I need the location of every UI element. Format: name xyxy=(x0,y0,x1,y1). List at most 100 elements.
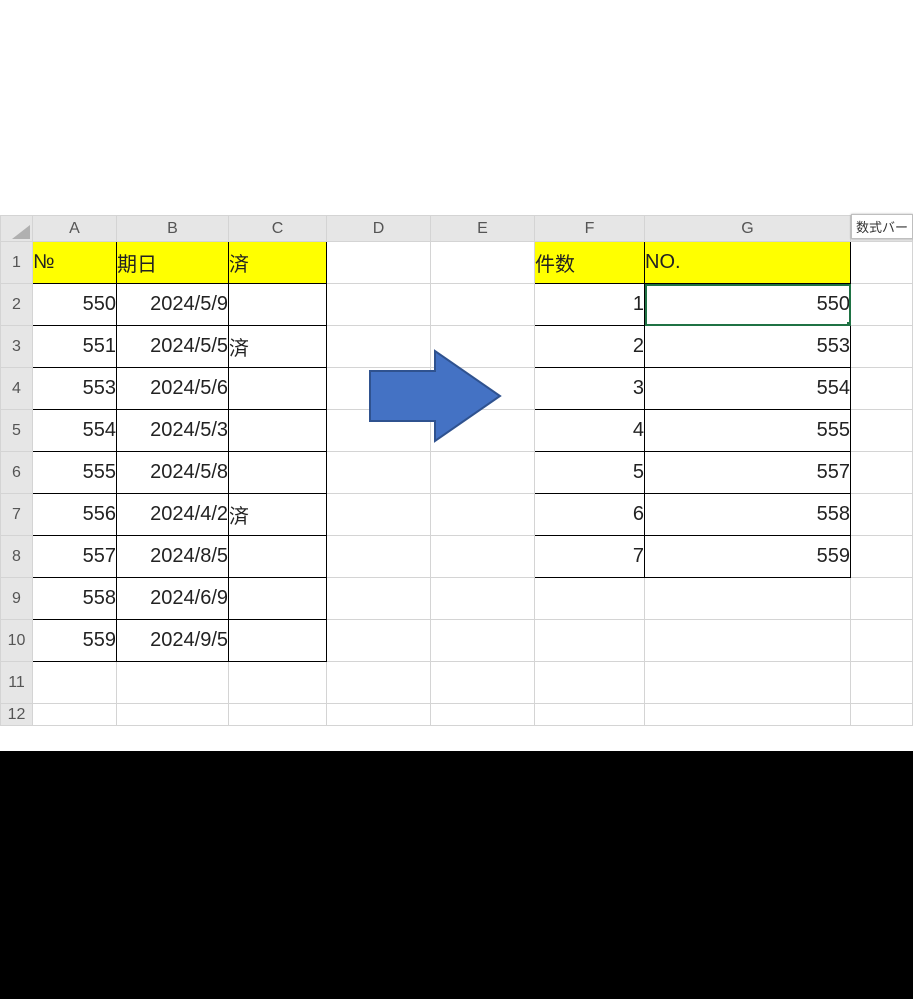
cell-A1[interactable]: № xyxy=(33,242,117,284)
col-header-E[interactable]: E xyxy=(431,216,535,242)
spreadsheet-grid[interactable]: A B C D E F G 1 № 期日 済 件数 NO. 2 550 2024… xyxy=(0,215,913,726)
cell-C10[interactable] xyxy=(229,620,327,662)
cell-B11[interactable] xyxy=(117,662,229,704)
row-header[interactable]: 4 xyxy=(1,368,33,410)
row-header[interactable]: 1 xyxy=(1,242,33,284)
cell-H6[interactable] xyxy=(851,452,913,494)
cell-F4[interactable]: 3 xyxy=(535,368,645,410)
cell-C12[interactable] xyxy=(229,704,327,726)
cell-D4[interactable] xyxy=(327,368,431,410)
cell-F9[interactable] xyxy=(535,578,645,620)
cell-G6[interactable]: 557 xyxy=(645,452,851,494)
cell-C4[interactable] xyxy=(229,368,327,410)
cell-A3[interactable]: 551 xyxy=(33,326,117,368)
cell-F2[interactable]: 1 xyxy=(535,284,645,326)
cell-A8[interactable]: 557 xyxy=(33,536,117,578)
cell-B2[interactable]: 2024/5/9 xyxy=(117,284,229,326)
cell-H12[interactable] xyxy=(851,704,913,726)
cell-E9[interactable] xyxy=(431,578,535,620)
cell-H4[interactable] xyxy=(851,368,913,410)
cell-E11[interactable] xyxy=(431,662,535,704)
cell-A7[interactable]: 556 xyxy=(33,494,117,536)
cell-C7[interactable]: 済 xyxy=(229,494,327,536)
col-header-B[interactable]: B xyxy=(117,216,229,242)
cell-A6[interactable]: 555 xyxy=(33,452,117,494)
cell-F1[interactable]: 件数 xyxy=(535,242,645,284)
cell-G5[interactable]: 555 xyxy=(645,410,851,452)
cell-G8[interactable]: 559 xyxy=(645,536,851,578)
spreadsheet-area[interactable]: A B C D E F G 1 № 期日 済 件数 NO. 2 550 2024… xyxy=(0,215,913,751)
cell-E2[interactable] xyxy=(431,284,535,326)
cell-H7[interactable] xyxy=(851,494,913,536)
cell-D1[interactable] xyxy=(327,242,431,284)
cell-E4[interactable] xyxy=(431,368,535,410)
select-all-corner[interactable] xyxy=(1,216,33,242)
col-header-A[interactable]: A xyxy=(33,216,117,242)
cell-E8[interactable] xyxy=(431,536,535,578)
cell-C5[interactable] xyxy=(229,410,327,452)
cell-F12[interactable] xyxy=(535,704,645,726)
cell-D11[interactable] xyxy=(327,662,431,704)
cell-G4[interactable]: 554 xyxy=(645,368,851,410)
cell-B12[interactable] xyxy=(117,704,229,726)
row-header[interactable]: 6 xyxy=(1,452,33,494)
cell-A2[interactable]: 550 xyxy=(33,284,117,326)
cell-H11[interactable] xyxy=(851,662,913,704)
cell-E1[interactable] xyxy=(431,242,535,284)
cell-B9[interactable]: 2024/6/9 xyxy=(117,578,229,620)
cell-G2-active[interactable]: 550 xyxy=(645,284,851,326)
cell-A11[interactable] xyxy=(33,662,117,704)
cell-B10[interactable]: 2024/9/5 xyxy=(117,620,229,662)
cell-F7[interactable]: 6 xyxy=(535,494,645,536)
cell-F8[interactable]: 7 xyxy=(535,536,645,578)
cell-A9[interactable]: 558 xyxy=(33,578,117,620)
cell-G11[interactable] xyxy=(645,662,851,704)
row-header[interactable]: 7 xyxy=(1,494,33,536)
cell-E5[interactable] xyxy=(431,410,535,452)
cell-H10[interactable] xyxy=(851,620,913,662)
cell-E7[interactable] xyxy=(431,494,535,536)
cell-E10[interactable] xyxy=(431,620,535,662)
cell-D6[interactable] xyxy=(327,452,431,494)
row-header[interactable]: 9 xyxy=(1,578,33,620)
cell-C2[interactable] xyxy=(229,284,327,326)
cell-D9[interactable] xyxy=(327,578,431,620)
cell-B8[interactable]: 2024/8/5 xyxy=(117,536,229,578)
cell-D8[interactable] xyxy=(327,536,431,578)
cell-H9[interactable] xyxy=(851,578,913,620)
cell-A4[interactable]: 553 xyxy=(33,368,117,410)
cell-H2[interactable] xyxy=(851,284,913,326)
col-header-C[interactable]: C xyxy=(229,216,327,242)
cell-D3[interactable] xyxy=(327,326,431,368)
cell-H1[interactable] xyxy=(851,242,913,284)
cell-C11[interactable] xyxy=(229,662,327,704)
cell-D10[interactable] xyxy=(327,620,431,662)
row-header[interactable]: 2 xyxy=(1,284,33,326)
row-header[interactable]: 3 xyxy=(1,326,33,368)
cell-B6[interactable]: 2024/5/8 xyxy=(117,452,229,494)
cell-B1[interactable]: 期日 xyxy=(117,242,229,284)
col-header-G[interactable]: G xyxy=(645,216,851,242)
cell-B4[interactable]: 2024/5/6 xyxy=(117,368,229,410)
cell-B7[interactable]: 2024/4/2 xyxy=(117,494,229,536)
cell-D2[interactable] xyxy=(327,284,431,326)
cell-G9[interactable] xyxy=(645,578,851,620)
cell-F3[interactable]: 2 xyxy=(535,326,645,368)
cell-C8[interactable] xyxy=(229,536,327,578)
cell-H3[interactable] xyxy=(851,326,913,368)
cell-E6[interactable] xyxy=(431,452,535,494)
cell-G1[interactable]: NO. xyxy=(645,242,851,284)
row-header[interactable]: 11 xyxy=(1,662,33,704)
cell-F6[interactable]: 5 xyxy=(535,452,645,494)
cell-H5[interactable] xyxy=(851,410,913,452)
cell-E12[interactable] xyxy=(431,704,535,726)
cell-B5[interactable]: 2024/5/3 xyxy=(117,410,229,452)
cell-C1[interactable]: 済 xyxy=(229,242,327,284)
col-header-D[interactable]: D xyxy=(327,216,431,242)
cell-F11[interactable] xyxy=(535,662,645,704)
cell-D7[interactable] xyxy=(327,494,431,536)
row-header[interactable]: 8 xyxy=(1,536,33,578)
cell-F5[interactable]: 4 xyxy=(535,410,645,452)
cell-C6[interactable] xyxy=(229,452,327,494)
col-header-F[interactable]: F xyxy=(535,216,645,242)
